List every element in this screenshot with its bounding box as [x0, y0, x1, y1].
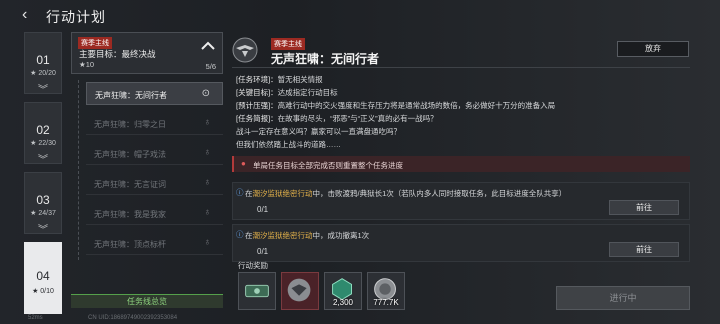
chevron-down-icon: ︾ — [38, 155, 48, 166]
lock-icon: ♁ — [203, 207, 212, 218]
subquest-item[interactable]: 无声狂啸：归零之日 ♁ — [86, 112, 223, 135]
chapter-tab-04[interactable]: 04 ★ 0/10 — [24, 242, 62, 314]
chapter-number: 02 — [36, 123, 50, 137]
task-item: ⓘ 在潮汐监狱绝密行动中，击败渡鸦/典狱长1次（若队内多人同时接取任务，此目标进… — [232, 182, 690, 220]
warning-text: 单局任务目标全部完成否则重置整个任务进度 — [253, 161, 403, 170]
eagle-badge-icon — [287, 278, 311, 302]
chevron-down-icon: ︾ — [38, 85, 48, 96]
quest-connector — [78, 80, 79, 260]
chapter-progress: ★ 20/20 — [30, 70, 56, 77]
subquest-label: 无声狂啸：无言证词 — [94, 180, 166, 189]
abandon-button[interactable]: 放弃 — [617, 41, 689, 57]
info-line: 但我们依然踏上战斗的道路…… — [236, 140, 341, 149]
reward-item[interactable]: 2,300 — [324, 272, 362, 310]
info-expect: [预计压强]：高难行动中的交火强度和生存压力将是通常战场的数倍，务必做好十万分的… — [236, 101, 556, 110]
ongoing-button: 进行中 — [556, 286, 690, 310]
chapter-progress: ★ 24/37 — [30, 210, 56, 217]
chapter-progress: ★ 22/30 — [30, 140, 56, 147]
reward-amount: 777.7K — [373, 298, 399, 307]
info-brief: [任务简报]：在故事的尽头，“邪恶”与“正义”真的必有一战吗？ — [236, 114, 438, 123]
back-icon[interactable]: ‹ — [22, 6, 27, 24]
task-text: 在潮汐监狱绝密行动中，击败渡鸦/典狱长1次（若队内多人同时接取任务，此目标进度全… — [245, 189, 567, 198]
reward-item[interactable]: 777.7K — [367, 272, 405, 310]
quest-overview-button[interactable]: 任务线总览 — [71, 294, 223, 308]
subquest-label: 无声狂啸：顶点标杆 — [94, 240, 166, 249]
reward-item[interactable] — [281, 272, 319, 310]
task-progress: 0/1 — [257, 247, 269, 256]
chevron-down-icon: ︾ — [38, 225, 48, 236]
cash-icon — [245, 284, 269, 298]
task-text: 在潮汐监狱绝密行动中，成功撤离1次 — [245, 231, 370, 240]
info-env: [任务环境]：暂无相关情报 — [236, 75, 323, 84]
chapter-tab-03[interactable]: 03 ★ 24/37 ︾ — [24, 172, 62, 236]
warning-icon: ● — [241, 159, 246, 168]
info-line: 战斗一定存在意义吗？赢家可以一直满盘通吃吗？ — [236, 127, 401, 136]
target-icon: ⊙ — [201, 88, 210, 99]
main-goal-card[interactable]: 赛季主线 主要目标：最终决战 ★10 5/6 — [71, 32, 223, 74]
subquest-label: 无声狂啸：我是我家 — [94, 210, 166, 219]
chevron-up-icon[interactable] — [200, 39, 216, 53]
subquest-item[interactable]: 无声狂啸：帽子戏法 ♁ — [86, 142, 223, 165]
subquest-label: 无声狂啸：无间行者 — [95, 91, 167, 100]
chapter-tabs: 01 ★ 20/20 ︾ 02 ★ 22/30 ︾ 03 ★ 24/37 ︾ 0… — [24, 32, 62, 314]
chapter-number: 01 — [36, 53, 50, 67]
chapter-tab-01[interactable]: 01 ★ 20/20 ︾ — [24, 32, 62, 96]
divider — [232, 67, 690, 68]
lock-icon: ♁ — [203, 117, 212, 128]
header: ‹ 行动计划 — [0, 0, 720, 32]
info-icon: ⓘ — [236, 188, 244, 197]
subquest-item[interactable]: 无声狂啸：顶点标杆 ♁ — [86, 232, 223, 255]
subquest-item[interactable]: 无声狂啸：我是我家 ♁ — [86, 202, 223, 225]
page-title: 行动计划 — [46, 9, 106, 25]
reward-item[interactable] — [238, 272, 276, 310]
lock-icon: ♁ — [203, 147, 212, 158]
subquest-label: 无声狂啸：归零之日 — [94, 120, 166, 129]
info-key: [关键目标]：达成指定行动目标 — [236, 88, 338, 97]
chapter-number: 03 — [36, 193, 50, 207]
goto-button[interactable]: 前往 — [609, 200, 679, 215]
task-item: ⓘ 在潮汐监狱绝密行动中，成功撤离1次 0/1 前往 — [232, 224, 690, 262]
goto-button[interactable]: 前往 — [609, 242, 679, 257]
subquest-item[interactable]: 无声狂啸：无言证词 ♁ — [86, 172, 223, 195]
main-goal-title: 主要目标：最终决战 — [79, 49, 156, 59]
chapter-tab-02[interactable]: 02 ★ 22/30 ︾ — [24, 102, 62, 166]
eagle-emblem-icon — [232, 37, 258, 63]
uid-text: CN UID:18689749002392353084 — [88, 315, 178, 321]
lock-icon: ♁ — [203, 177, 212, 188]
info-icon: ⓘ — [236, 230, 244, 239]
subquest-item[interactable]: 无声狂啸：无间行者 ⊙ — [86, 82, 223, 105]
quest-title: 无声狂啸：无间行者 — [271, 52, 380, 66]
chapter-progress: ★ 0/10 — [32, 288, 54, 295]
ping-status: 52ms — [28, 315, 43, 321]
subquest-label: 无声狂啸：帽子戏法 — [94, 150, 166, 159]
task-progress: 0/1 — [257, 205, 269, 214]
chapter-number: 04 — [36, 269, 50, 283]
main-goal-stars: ★10 — [79, 60, 95, 69]
season-tag: 赛季主线 — [271, 38, 305, 50]
reward-amount: 2,300 — [332, 298, 354, 307]
main-goal-count: 5/6 — [205, 62, 216, 71]
reward-label: 行动奖励 — [238, 261, 268, 270]
warning-banner: ● 单局任务目标全部完成否则重置整个任务进度 — [232, 156, 690, 172]
lock-icon: ♁ — [203, 237, 212, 248]
